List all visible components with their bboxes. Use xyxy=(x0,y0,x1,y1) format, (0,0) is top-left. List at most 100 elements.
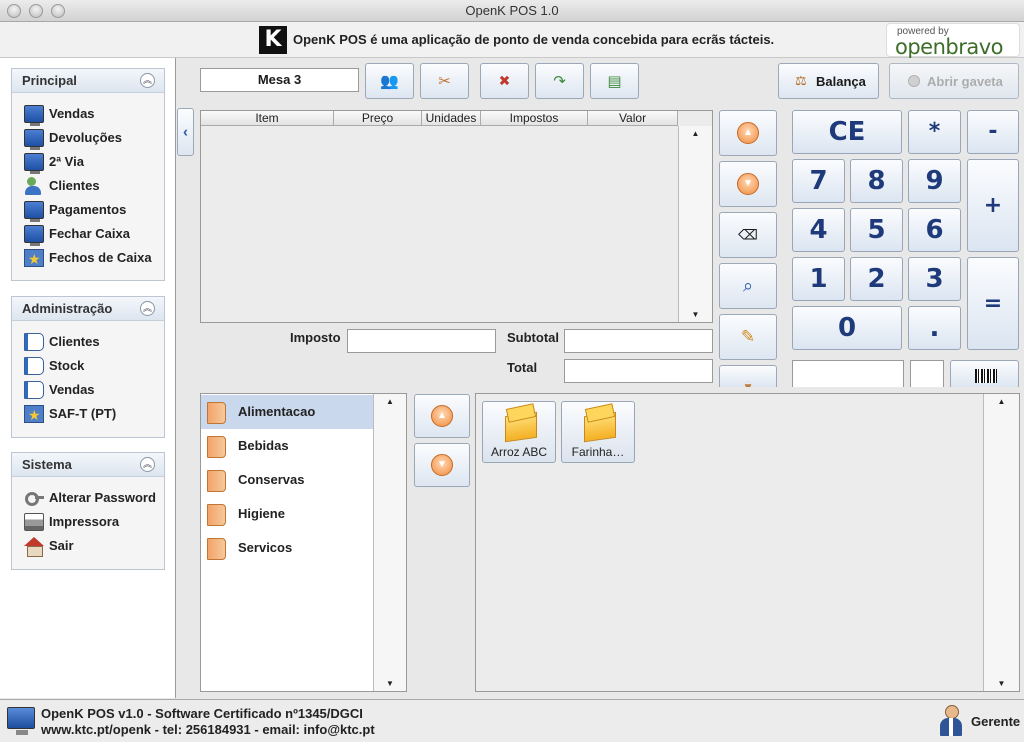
price-input[interactable] xyxy=(792,360,904,387)
scroll-down-arrow-icon[interactable]: ▼ xyxy=(984,676,1019,691)
sidebar-item-fechar-caixa[interactable]: Fechar Caixa xyxy=(12,222,164,246)
key-9[interactable]: 9 xyxy=(908,159,961,203)
key-7[interactable]: 7 xyxy=(792,159,845,203)
key-2[interactable]: 2 xyxy=(850,257,903,301)
column-header-unidades[interactable]: Unidades xyxy=(422,111,481,126)
sidebar-item-pagamentos[interactable]: Pagamentos xyxy=(12,198,164,222)
category-item-servicos[interactable]: Servicos xyxy=(201,531,373,565)
collapse-icon[interactable]: ︽ xyxy=(140,301,155,316)
category-up-button[interactable]: ▲ xyxy=(414,394,470,438)
tickets-list-button[interactable]: ▤ xyxy=(590,63,639,99)
sidebar-item-admin-clientes[interactable]: Clientes xyxy=(12,330,164,354)
barcode-icon xyxy=(975,369,997,383)
panel-header-principal[interactable]: Principal ︽ xyxy=(12,69,164,93)
sidebar-item-clientes[interactable]: Clientes xyxy=(12,174,164,198)
sidebar-item-stock[interactable]: Stock xyxy=(12,354,164,378)
search-product-button[interactable]: ⌕ xyxy=(719,263,777,309)
column-header-item[interactable]: Item xyxy=(201,111,334,126)
sidebar-item-sair[interactable]: Sair xyxy=(12,534,164,558)
arrow-up-icon: ▲ xyxy=(431,405,453,427)
barcode-button[interactable] xyxy=(950,360,1019,387)
book-icon xyxy=(24,381,44,399)
column-header-preco[interactable]: Preço xyxy=(334,111,422,126)
sidebar-item-segunda-via[interactable]: 2ª Via xyxy=(12,150,164,174)
sidebar-item-admin-vendas[interactable]: Vendas xyxy=(12,378,164,402)
delete-document-icon: ✖ xyxy=(498,72,511,89)
openbravo-brand: openbravo xyxy=(895,35,1004,59)
monitor-icon xyxy=(24,201,44,222)
key-ce[interactable]: CE xyxy=(792,110,902,154)
category-label: Servicos xyxy=(238,540,293,555)
sidebar-item-saft[interactable]: SAF-T (PT) xyxy=(12,402,164,426)
saft-icon xyxy=(24,405,44,424)
key-minus[interactable]: - xyxy=(967,110,1019,154)
key-1[interactable]: 1 xyxy=(792,257,845,301)
collapse-icon[interactable]: ︽ xyxy=(140,73,155,88)
product-scrollbar[interactable]: ▲ ▼ xyxy=(983,394,1019,691)
scroll-up-arrow-icon[interactable]: ▲ xyxy=(679,126,712,141)
key-4[interactable]: 4 xyxy=(792,208,845,252)
ticket-name-field[interactable]: Mesa 3 xyxy=(200,68,359,92)
scroll-up-arrow-icon[interactable]: ▲ xyxy=(984,394,1019,409)
line-down-button[interactable]: ▼ xyxy=(719,161,777,207)
window-titlebar: OpenK POS 1.0 xyxy=(0,0,1024,22)
backspace-icon: ⌫ xyxy=(738,226,758,243)
key-multiply[interactable]: * xyxy=(908,110,961,154)
attributes-button[interactable]: ◒ xyxy=(719,365,777,387)
category-item-bebidas[interactable]: Bebidas xyxy=(201,429,373,463)
move-ticket-button[interactable]: ↷ xyxy=(535,63,584,99)
sidebar-item-label: Devoluções xyxy=(49,130,122,145)
panel-principal: Principal ︽ Vendas Devoluções 2ª Via Cli… xyxy=(11,68,165,281)
key-0[interactable]: 0 xyxy=(792,306,902,350)
collapse-icon[interactable]: ︽ xyxy=(140,457,155,472)
sidebar-item-vendas[interactable]: Vendas xyxy=(12,102,164,126)
key-dot[interactable]: . xyxy=(908,306,961,350)
category-down-button[interactable]: ▼ xyxy=(414,443,470,487)
product-button-arroz-abc[interactable]: Arroz ABC xyxy=(482,401,556,463)
ticket-lines-table[interactable]: Item Preço Unidades Impostos Valor ▲ ▼ xyxy=(200,110,713,323)
sidebar-item-label: Clientes xyxy=(49,334,100,349)
category-item-conservas[interactable]: Conservas xyxy=(201,463,373,497)
line-up-button[interactable]: ▲ xyxy=(719,110,777,156)
sidebar-item-impressora[interactable]: Impressora xyxy=(12,510,164,534)
openbravo-logo: powered by openbravo xyxy=(886,23,1020,59)
category-item-higiene[interactable]: Higiene xyxy=(201,497,373,531)
split-ticket-button[interactable]: ✂ xyxy=(420,63,469,99)
panel-header-administracao[interactable]: Administração ︽ xyxy=(12,297,164,321)
current-user[interactable]: Gerente xyxy=(971,714,1020,729)
key-3[interactable]: 3 xyxy=(908,257,961,301)
delete-ticket-button[interactable]: ✖ xyxy=(480,63,529,99)
category-label: Bebidas xyxy=(238,438,289,453)
box-icon xyxy=(582,406,616,440)
key-plus[interactable]: + xyxy=(967,159,1019,252)
key-8[interactable]: 8 xyxy=(850,159,903,203)
abrir-gaveta-button[interactable]: Abrir gaveta xyxy=(889,63,1019,99)
scroll-down-arrow-icon[interactable]: ▼ xyxy=(679,307,712,322)
panel-header-sistema[interactable]: Sistema ︽ xyxy=(12,453,164,477)
scroll-up-arrow-icon[interactable]: ▲ xyxy=(374,394,406,409)
key-6[interactable]: 6 xyxy=(908,208,961,252)
edit-line-button[interactable]: ✎ xyxy=(719,314,777,360)
delete-line-button[interactable]: ⌫ xyxy=(719,212,777,258)
ticket-table-scrollbar[interactable]: ▲ ▼ xyxy=(678,126,712,322)
category-list[interactable]: Alimentacao Bebidas Conservas Higiene Se… xyxy=(200,393,407,692)
balanca-button[interactable]: ⚖ Balança xyxy=(778,63,879,99)
quantity-input[interactable] xyxy=(910,360,944,387)
collapse-sidebar-button[interactable]: ‹ xyxy=(177,108,194,156)
sidebar-item-devolucoes[interactable]: Devoluções xyxy=(12,126,164,150)
product-button-farinha[interactable]: Farinha… xyxy=(561,401,635,463)
column-header-impostos[interactable]: Impostos xyxy=(481,111,588,126)
sidebar-item-label: 2ª Via xyxy=(49,154,84,169)
category-item-alimentacao[interactable]: Alimentacao xyxy=(201,395,373,429)
category-scrollbar[interactable]: ▲ ▼ xyxy=(373,394,406,691)
column-header-valor[interactable]: Valor xyxy=(588,111,678,126)
key-equals[interactable]: = xyxy=(967,257,1019,350)
key-5[interactable]: 5 xyxy=(850,208,903,252)
customer-button[interactable]: 👥 xyxy=(365,63,414,99)
sidebar-item-label: Vendas xyxy=(49,382,95,397)
panel-title-principal: Principal xyxy=(22,73,77,88)
scroll-down-arrow-icon[interactable]: ▼ xyxy=(374,676,406,691)
sidebar-item-fechos-de-caixa[interactable]: Fechos de Caixa xyxy=(12,246,164,270)
sidebar-item-alterar-password[interactable]: Alterar Password xyxy=(12,486,164,510)
sidebar-item-label: SAF-T (PT) xyxy=(49,406,117,421)
